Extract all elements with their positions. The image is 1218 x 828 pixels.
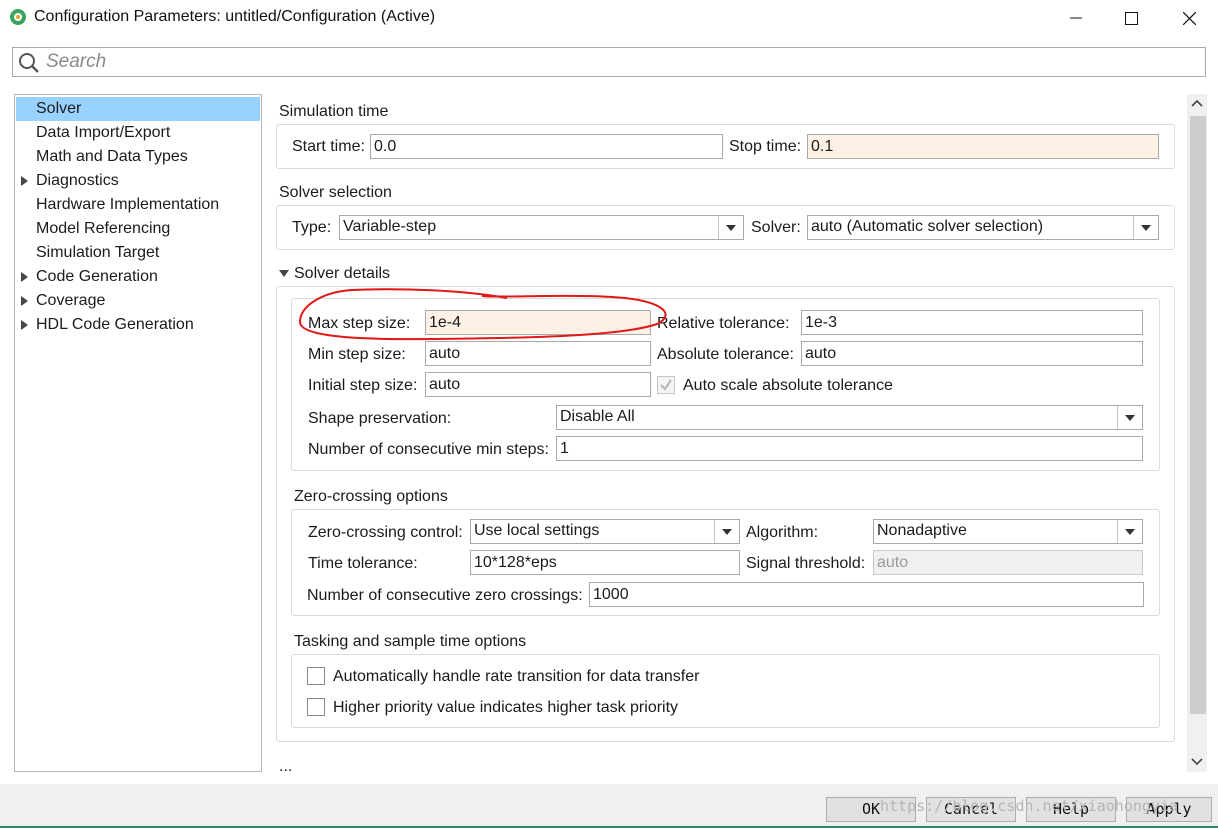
scrollbar-thumb[interactable] — [1190, 116, 1206, 714]
tree-item-label: Model Referencing — [36, 220, 171, 237]
tree-item-label: Solver — [36, 100, 82, 117]
type-dropdown[interactable]: Variable-step — [339, 215, 744, 240]
window-title: Configuration Parameters: untitled/Confi… — [34, 8, 436, 25]
min-step-size-field[interactable] — [425, 341, 651, 366]
consecutive-zero-crossings-field[interactable] — [589, 582, 1144, 607]
tree-item-label: Simulation Target — [36, 244, 160, 261]
tasking-heading: Tasking and sample time options — [294, 633, 527, 650]
maximize-button[interactable] — [1108, 0, 1154, 36]
tree-item-label: Diagnostics — [36, 172, 119, 189]
type-label: Type: — [292, 219, 332, 236]
category-tree: Solver Data Import/Export Math and Data … — [14, 94, 262, 772]
zero-crossing-control-value: Use local settings — [474, 522, 600, 539]
tree-item-label: Coverage — [36, 292, 106, 309]
tree-item-hardware-implementation[interactable]: Hardware Implementation — [16, 193, 260, 217]
expand-arrow-icon[interactable] — [21, 272, 28, 282]
more-ellipsis[interactable]: ... — [279, 758, 292, 776]
tree-item-simulation-target[interactable]: Simulation Target — [16, 241, 260, 265]
signal-threshold-label: Signal threshold: — [746, 555, 866, 572]
start-time-field[interactable] — [370, 134, 723, 159]
algorithm-value: Nonadaptive — [877, 522, 967, 539]
cancel-button[interactable]: Cancel — [926, 797, 1016, 822]
minimize-icon — [1070, 17, 1082, 19]
chevron-down-icon[interactable] — [714, 520, 739, 543]
expand-arrow-icon[interactable] — [21, 176, 28, 186]
tree-item-hdl-code-generation[interactable]: HDL Code Generation — [16, 313, 260, 337]
zero-crossing-control-label: Zero-crossing control: — [308, 524, 463, 541]
expand-arrow-icon[interactable] — [21, 296, 28, 306]
scroll-up-icon[interactable] — [1191, 99, 1203, 108]
stop-time-label: Stop time: — [729, 138, 802, 155]
type-value: Variable-step — [343, 218, 437, 235]
solver-value: auto (Automatic solver selection) — [811, 218, 1044, 235]
consecutive-min-steps-field[interactable] — [556, 436, 1143, 461]
absolute-tolerance-field[interactable] — [801, 341, 1143, 366]
red-annotation-circle — [298, 288, 667, 341]
apply-button[interactable]: Apply — [1126, 797, 1212, 822]
solver-label: Solver: — [751, 219, 801, 236]
algorithm-dropdown[interactable]: Nonadaptive — [873, 519, 1143, 544]
solver-dropdown[interactable]: auto (Automatic solver selection) — [807, 215, 1159, 240]
checkmark-icon — [660, 379, 672, 391]
initial-step-size-field[interactable] — [425, 372, 651, 397]
auto-rate-transition-label: Automatically handle rate transition for… — [333, 668, 700, 685]
signal-threshold-field — [873, 550, 1143, 575]
consecutive-min-steps-label: Number of consecutive min steps: — [308, 441, 549, 458]
tree-item-code-generation[interactable]: Code Generation — [16, 265, 260, 289]
relative-tolerance-label: Relative tolerance: — [657, 315, 790, 332]
relative-tolerance-field[interactable] — [801, 310, 1143, 335]
tree-item-coverage[interactable]: Coverage — [16, 289, 260, 313]
minimize-button[interactable] — [1053, 0, 1099, 36]
solver-details-heading: Solver details — [294, 265, 391, 282]
auto-rate-transition-checkbox[interactable] — [307, 667, 325, 685]
tree-item-data-import-export[interactable]: Data Import/Export — [16, 121, 260, 145]
consecutive-zero-crossings-label: Number of consecutive zero crossings: — [307, 587, 583, 604]
scroll-down-icon[interactable] — [1191, 757, 1203, 766]
help-button[interactable]: Help — [1026, 797, 1116, 822]
solver-selection-heading: Solver selection — [279, 184, 392, 201]
higher-priority-label: Higher priority value indicates higher t… — [333, 699, 679, 716]
chevron-down-icon[interactable] — [1133, 216, 1158, 239]
auto-scale-label: Auto scale absolute tolerance — [683, 377, 893, 394]
zero-crossing-heading: Zero-crossing options — [294, 488, 448, 505]
start-time-label: Start time: — [292, 138, 365, 155]
stop-time-field[interactable] — [807, 134, 1159, 159]
initial-step-size-label: Initial step size: — [308, 377, 418, 394]
shape-preservation-value: Disable All — [560, 408, 635, 425]
chevron-down-icon[interactable] — [718, 216, 743, 239]
absolute-tolerance-label: Absolute tolerance: — [657, 346, 794, 363]
time-tolerance-label: Time tolerance: — [308, 555, 418, 572]
time-tolerance-field[interactable] — [470, 550, 740, 575]
close-button[interactable] — [1166, 0, 1212, 36]
tree-item-diagnostics[interactable]: Diagnostics — [16, 169, 260, 193]
tree-item-label: Math and Data Types — [36, 148, 188, 165]
chevron-down-icon[interactable] — [1117, 520, 1142, 543]
tree-item-solver[interactable]: Solver — [16, 97, 260, 121]
tree-item-model-referencing[interactable]: Model Referencing — [16, 217, 260, 241]
shape-preservation-label: Shape preservation: — [308, 410, 452, 427]
tree-item-math-and-data-types[interactable]: Math and Data Types — [16, 145, 260, 169]
simulink-app-icon — [10, 9, 26, 25]
min-step-size-label: Min step size: — [308, 346, 406, 363]
tree-item-label: Hardware Implementation — [36, 196, 220, 213]
maximize-icon — [1124, 11, 1138, 25]
expand-arrow-icon[interactable] — [21, 320, 28, 330]
tree-item-label: Data Import/Export — [36, 124, 171, 141]
tree-item-label: HDL Code Generation — [36, 316, 194, 333]
auto-scale-checkbox[interactable] — [657, 376, 675, 394]
higher-priority-checkbox[interactable] — [307, 698, 325, 716]
search-input[interactable] — [46, 50, 646, 74]
tree-item-label: Code Generation — [36, 268, 158, 285]
collapse-triangle-icon[interactable] — [279, 269, 289, 279]
algorithm-label: Algorithm: — [746, 524, 819, 541]
shape-preservation-dropdown[interactable]: Disable All — [556, 405, 1143, 430]
search-icon — [19, 53, 39, 73]
chevron-down-icon[interactable] — [1117, 406, 1142, 429]
ok-button[interactable]: OK — [826, 797, 916, 822]
simulation-time-heading: Simulation time — [279, 103, 389, 120]
close-icon — [1182, 11, 1196, 25]
zero-crossing-control-dropdown[interactable]: Use local settings — [470, 519, 740, 544]
